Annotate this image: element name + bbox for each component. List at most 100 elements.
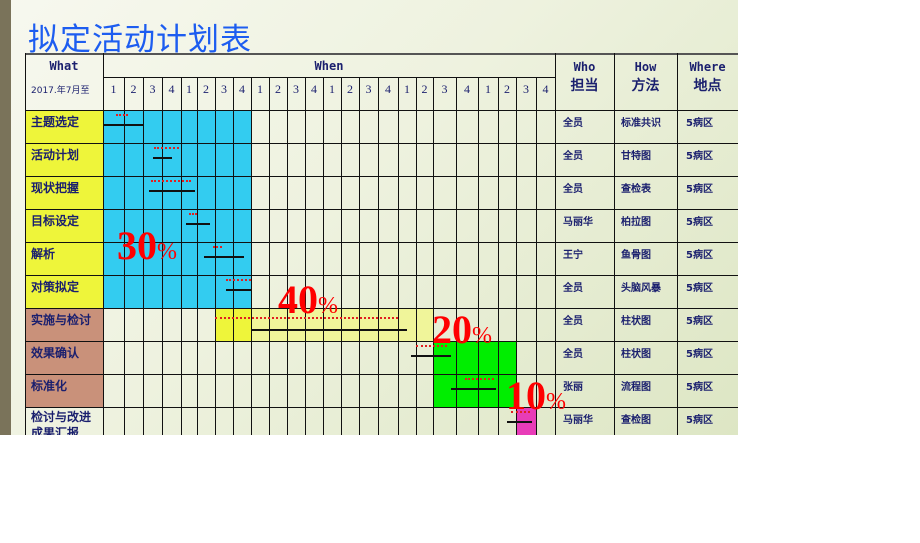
task-name: 目标设定 [31,214,80,228]
grid-vline [677,53,678,435]
percent-sign: % [472,323,492,349]
location: 5病区 [686,250,713,261]
grid-vline [181,77,182,435]
header-where-cn: 地点 [693,78,722,94]
week-number: 1 [485,82,491,96]
grid-vline [323,77,324,435]
location: 5病区 [686,316,713,327]
task-name: 解析 [31,247,56,261]
location: 5病区 [686,382,713,393]
task-name: 效果确认 [31,346,80,360]
grid-hline [103,77,555,78]
location: 5病区 [686,349,713,360]
owner: 全员 [563,184,583,195]
week-number: 3 [149,82,156,96]
plan-bar [464,378,494,380]
week-number: 1 [186,82,192,96]
grid-vline [287,77,288,435]
grid-vline [269,77,270,435]
owner: 全员 [563,316,583,327]
actual-bar [225,289,251,291]
grid-vline [378,77,379,435]
plan-bar [189,213,197,215]
task-name: 检讨与改进成果汇报 [31,410,92,435]
percent-label-plan: 30% [117,226,177,266]
owner: 全员 [563,151,583,162]
grid-vline [305,77,306,435]
location: 5病区 [686,184,713,195]
week-number: 1 [404,82,410,96]
actual-bar [451,388,496,390]
location: 5病区 [686,151,713,162]
header-date-range: 2017.年7月至 [31,86,90,96]
week-number: 4 [168,82,175,96]
week-number: 1 [329,82,335,96]
header-where-en: Where [689,60,726,74]
method: 柱状图 [621,316,651,327]
method: 查检图 [621,415,651,426]
grid-vline [498,77,499,435]
page-title: 拟定活动计划表 [28,22,252,58]
grid-vline [197,77,198,435]
owner: 张丽 [563,382,583,393]
percent-value: 40 [278,277,318,322]
task-name: 标准化 [31,379,68,393]
grid-vline [25,53,26,435]
actual-bar [152,157,172,159]
week-number: 3 [441,82,448,96]
grid-vline [614,53,615,435]
grid-vline [456,77,457,435]
grid-hline [25,209,738,210]
percent-label-check: 20% [432,310,492,350]
owner: 马丽华 [563,415,593,426]
activity-plan-table: 主题选定 全员 标准共识 5病区 活动计划 全员 甘特图 5病区 现状把握 全员 查检表 5病区 目标设… [0,0,738,435]
actual-bar [507,421,532,423]
task-name: 主题选定 [31,115,80,129]
grid-vline [359,77,360,435]
owner: 王宁 [563,250,583,261]
header-when: When [314,59,344,73]
owner: 全员 [563,349,583,360]
grid-vline [433,77,434,435]
percent-label-do: 40% [278,280,338,320]
week-number: 3 [523,82,529,96]
method: 头脑风暴 [621,283,661,294]
grid-hline [25,407,738,408]
week-number: 1 [257,82,263,96]
header-how-cn: 方法 [631,78,660,94]
actual-bar [103,124,143,126]
plan-bar [115,114,128,116]
week-number: 3 [365,82,372,96]
task-name: 现状把握 [31,181,80,195]
week-number: 2 [504,82,510,96]
task-name: 活动计划 [31,148,80,162]
grid-vline [103,53,104,435]
week-number: 4 [311,82,317,96]
grid-vline [478,77,479,435]
task-name: 对策拟定 [31,280,80,294]
week-number: 2 [275,82,281,96]
week-number: 4 [464,82,470,96]
actual-bar [251,329,407,331]
percent-value: 10 [506,373,546,418]
grid-vline [416,77,417,435]
method: 标准共识 [621,118,661,129]
grid-hline [25,275,738,276]
percent-label-act: 10% [506,376,566,416]
plan-bar [150,180,191,182]
grid-hline [25,374,738,375]
week-number: 4 [542,82,549,96]
week-number: 3 [293,82,299,96]
plan-bar [225,279,251,281]
method: 查检表 [621,184,651,195]
percent-value: 20 [432,307,472,352]
owner: 全员 [563,118,583,129]
location: 5病区 [686,283,713,294]
plan-bar [154,147,180,149]
grid-hline [25,143,738,144]
method: 柱状图 [621,349,651,360]
week-number: 2 [421,82,428,96]
grid-hline [25,341,738,342]
week-number: 1 [110,82,117,96]
week-number: 3 [221,82,227,96]
